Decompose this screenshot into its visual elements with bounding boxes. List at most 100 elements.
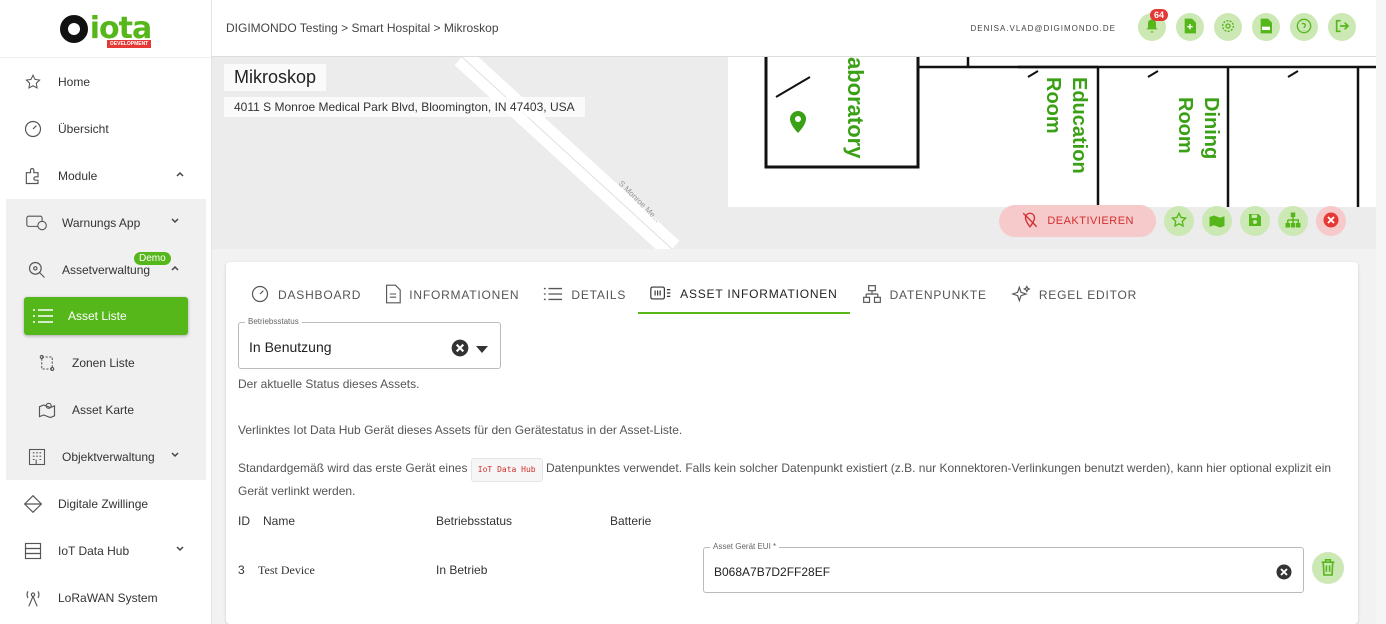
deactivate-button[interactable]: DEAKTIVIEREN [999, 205, 1156, 237]
server-icon [22, 540, 44, 562]
sidebar-item-overview[interactable]: Übersicht [0, 105, 211, 152]
sidebar-item-digitale-zwillinge[interactable]: Digitale Zwillinge [0, 480, 211, 527]
sidebar-item-assetverwaltung[interactable]: Assetverwaltung Demo [6, 246, 206, 293]
tab-details[interactable]: DETAILS [531, 276, 638, 314]
asset-map[interactable]: S Monroe Me... aboratory Education Room … [212, 57, 1376, 249]
asset-info-card: DASHBOARD INFORMATIONEN DETAILS ASSET IN… [226, 262, 1358, 624]
chevron-down-icon[interactable] [170, 215, 180, 229]
clear-icon[interactable] [450, 338, 470, 361]
betriebsstatus-select[interactable]: Betriebsstatus In Benutzung [238, 317, 501, 369]
sidebar-item-objektverwaltung[interactable]: Objektverwaltung [6, 433, 206, 480]
gauge-icon [250, 284, 270, 307]
tab-regel-editor[interactable]: REGEL EDITOR [999, 276, 1149, 314]
sidebar-item-label: Assetverwaltung [62, 262, 151, 277]
sidebar: iota DEVELOPMENT Home Übersicht Module W… [0, 0, 212, 624]
tab-informationen[interactable]: INFORMATIONEN [373, 276, 531, 314]
sidebar-item-warnungs-app[interactable]: Warnungs App [6, 199, 206, 246]
star-icon [1170, 211, 1188, 232]
logo[interactable]: iota DEVELOPMENT [0, 0, 211, 58]
tab-asset-informationen[interactable]: ASSET INFORMATIONEN [638, 276, 850, 314]
sidebar-item-asset-liste[interactable]: Asset Liste [24, 297, 188, 335]
sidebar-item-label: Warnungs App [62, 215, 141, 230]
chevron-up-icon[interactable] [170, 262, 180, 276]
sidebar-item-zonen-liste[interactable]: Zonen Liste [6, 339, 206, 386]
sidebar-item-modules[interactable]: Module [0, 152, 211, 199]
file-plus-icon [1183, 18, 1197, 37]
sidebar-item-label: LoRaWAN System [58, 590, 158, 605]
asset-address: 4011 S Monroe Medical Park Blvd, Bloomin… [224, 97, 585, 117]
csv-export-button[interactable] [1252, 13, 1280, 41]
close-circle-icon [1322, 211, 1340, 232]
column-header-id: ID [238, 514, 250, 528]
tab-label: REGEL EDITOR [1038, 288, 1138, 302]
eui-value: B068A7B7D2FF28EF [714, 565, 831, 579]
sidebar-item-asset-karte[interactable]: Asset Karte [6, 386, 206, 433]
help-button[interactable] [1290, 13, 1318, 41]
notifications-button[interactable]: 64 [1138, 9, 1168, 41]
delete-device-button[interactable] [1312, 552, 1344, 584]
asset-device-eui-field[interactable]: Asset Gerät EUI * B068A7B7D2FF28EF [703, 542, 1304, 593]
map-icon [36, 399, 58, 421]
alarm-icon [26, 212, 48, 234]
top-header: DIGIMONDO Testing > Smart Hospital > Mik… [212, 0, 1376, 57]
caret-down-icon[interactable] [476, 343, 488, 357]
logout-button[interactable] [1328, 13, 1356, 41]
iot-data-hub-chip: IoT Data Hub [470, 458, 543, 482]
breadcrumb[interactable]: DIGIMONDO Testing > Smart Hospital > Mik… [226, 21, 499, 35]
sidebar-item-label: Asset Karte [72, 402, 135, 417]
sidebar-item-label: Module [58, 168, 98, 183]
gear-icon [1220, 18, 1236, 37]
gauge-icon [22, 118, 44, 140]
select-value: In Benutzung [249, 339, 332, 355]
map-view-button[interactable] [1202, 206, 1232, 236]
sidebar-item-label: IoT Data Hub [58, 543, 130, 558]
select-legend: Betriebsstatus [245, 317, 302, 326]
user-email[interactable]: DENISA.VLAD@DIGIMONDO.DE [971, 24, 1116, 33]
hierarchy-icon [862, 284, 882, 307]
antenna-icon [22, 587, 44, 609]
default-device-text: Standardgemäß wird das erste Gerät eines… [238, 458, 1338, 500]
diamond-icon [22, 493, 44, 515]
trash-icon [1320, 558, 1336, 579]
tab-label: DASHBOARD [278, 288, 362, 302]
room-label-laboratory: aboratory [843, 57, 868, 159]
room-label-dining: Dining Room [1174, 97, 1222, 160]
column-header-status: Betriebsstatus [436, 514, 513, 528]
building-icon [26, 446, 48, 468]
sidebar-item-iot-data-hub[interactable]: IoT Data Hub [0, 527, 211, 574]
row-name: Test Device [258, 563, 315, 577]
save-button[interactable] [1240, 206, 1270, 236]
default-text-before: Standardgemäß wird das erste Gerät eines [238, 461, 468, 475]
delete-asset-button[interactable] [1316, 206, 1346, 236]
tab-datenpunkte[interactable]: DATENPUNKTE [850, 276, 999, 314]
logout-icon [1334, 18, 1350, 37]
asset-info-icon [650, 285, 672, 304]
favorite-button[interactable] [1164, 206, 1194, 236]
chevron-down-icon[interactable] [170, 449, 180, 463]
sidebar-item-home[interactable]: Home [0, 58, 211, 105]
tab-label: DATENPUNKTE [889, 288, 987, 302]
asset-submenu: Asset Liste Zonen Liste Asset Karte [6, 297, 206, 433]
search-pin-icon [26, 259, 48, 281]
no-location-icon [1021, 211, 1039, 232]
page-scrollbar[interactable] [1376, 0, 1386, 624]
hierarchy-button[interactable] [1278, 206, 1308, 236]
add-document-button[interactable] [1176, 13, 1204, 41]
sidebar-item-label: Zonen Liste [72, 355, 135, 370]
zone-icon [36, 352, 58, 374]
asset-tabs: DASHBOARD INFORMATIONEN DETAILS ASSET IN… [238, 276, 1149, 314]
sidebar-item-label: Übersicht [58, 121, 109, 136]
settings-button[interactable] [1214, 13, 1242, 41]
tab-dashboard[interactable]: DASHBOARD [238, 276, 373, 314]
chevron-up-icon[interactable] [175, 168, 185, 182]
sidebar-item-lorawan[interactable]: LoRaWAN System [0, 574, 211, 621]
clear-icon[interactable] [1275, 563, 1293, 584]
chevron-down-icon[interactable] [175, 543, 185, 557]
column-header-name: Name [263, 514, 296, 528]
modules-submenu: Warnungs App Assetverwaltung Demo Asset … [6, 199, 206, 480]
tab-label: ASSET INFORMATIONEN [680, 287, 838, 301]
hierarchy-icon [1284, 211, 1302, 232]
header-actions: 64 [1138, 9, 1356, 41]
star-icon [22, 71, 44, 93]
tab-label: DETAILS [571, 288, 627, 302]
